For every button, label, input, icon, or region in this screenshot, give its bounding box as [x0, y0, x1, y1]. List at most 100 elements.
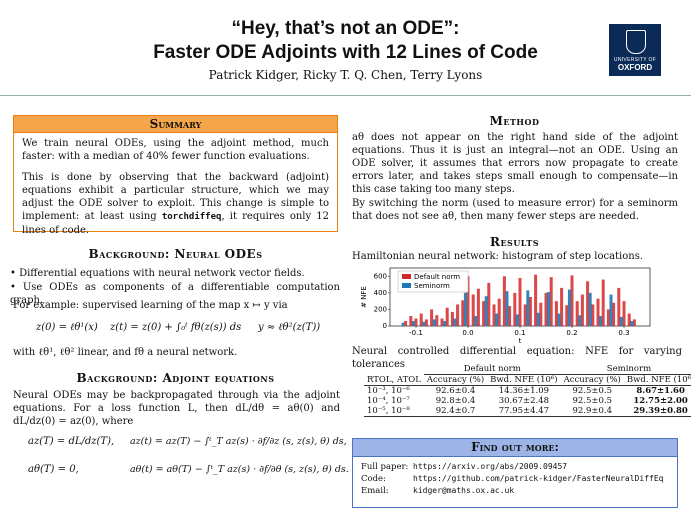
bar-default-norm — [565, 305, 569, 326]
bar-default-norm — [627, 313, 631, 326]
bar-seminorm — [526, 290, 530, 326]
bar-seminorm — [599, 316, 603, 326]
bar-seminorm — [432, 319, 436, 326]
results-table-wrapper: Default norm Seminorm RTOL, ATOL Accurac… — [364, 364, 691, 417]
bar-seminorm — [474, 316, 478, 326]
group-seminorm: Seminorm — [560, 364, 691, 375]
method-p1: aθ does not appear on the right hand sid… — [352, 132, 678, 195]
link-row-paper: Full paper: https://arxiv.org/abs/2009.09… — [361, 461, 669, 473]
bar-default-norm — [617, 287, 621, 326]
example-text: For example: supervised learning of the … — [13, 300, 288, 311]
legend-label: Seminorm — [414, 282, 450, 290]
link-row-email: Email: kidger@maths.ox.ac.uk — [361, 485, 669, 497]
table-row: 10⁻⁵, 10⁻⁸ 92.4±0.7 77.95±4.47 92.9±0.4 … — [364, 406, 691, 417]
bullet-1: • Differential equations with neural net… — [10, 268, 305, 279]
method-p2: By switching the norm (used to measure e… — [352, 198, 678, 222]
bar-default-norm — [539, 302, 543, 326]
link-label: Email: — [361, 486, 389, 496]
link-row-code: Code: https://github.com/patrick-kidger/F… — [361, 473, 669, 485]
bar-default-norm — [456, 304, 460, 326]
bar-default-norm — [575, 301, 579, 326]
bar-default-norm — [508, 306, 512, 326]
bar-default-norm — [492, 304, 496, 326]
bar-default-norm — [632, 319, 636, 326]
adjoint-p1: Neural ODEs may be backpropagated throug… — [13, 390, 340, 427]
bar-default-norm — [622, 301, 626, 326]
bar-default-norm — [534, 274, 538, 326]
bar-default-norm — [586, 281, 590, 326]
bar-seminorm — [463, 292, 467, 326]
group-default-norm: Default norm — [423, 364, 561, 375]
summary-heading: Summary — [14, 116, 337, 133]
table-cell: 30.67±2.48 — [498, 396, 550, 406]
y-axis-label: # NFE — [360, 286, 368, 308]
x-tick-label: 0.0 — [462, 329, 473, 337]
y-tick-label: 200 — [374, 305, 387, 313]
hnn-caption: Hamiltonian neural network: histogram of… — [352, 251, 644, 262]
bar-default-norm — [404, 321, 408, 326]
table-header: Bwd. NFE (10⁶) — [490, 375, 558, 385]
equation-2: z(t) = z(0) + ∫₀ᵗ fθ(z(s)) ds — [110, 322, 242, 333]
x-axis-label: t — [519, 337, 522, 344]
poster-title-line2: Faster ODE Adjoints with 12 Lines of Cod… — [153, 42, 538, 63]
step-histogram-chart: -0.1 0.0 0.1 0.2 0.3 0 200 400 600 t # NFE Default … — [360, 267, 651, 344]
bar-seminorm — [619, 316, 623, 326]
table-row: 10⁻³, 10⁻⁶ 92.6±0.4 14.36±1.09 92.5±0.5 … — [364, 386, 691, 396]
bar-default-norm — [450, 311, 454, 326]
bar-default-norm — [523, 304, 527, 326]
bar-seminorm — [536, 312, 540, 326]
bar-default-norm — [482, 301, 486, 326]
code-link[interactable]: https://github.com/patrick-kidger/Faster… — [413, 474, 663, 483]
bar-default-norm — [591, 304, 595, 326]
table-cell: 77.95±4.47 — [498, 406, 550, 416]
table-group-row: Default norm Seminorm — [364, 364, 691, 375]
bar-default-norm — [554, 301, 558, 326]
bar-seminorm — [630, 321, 634, 326]
bar-default-norm — [424, 319, 428, 326]
bullet-1-text: Differential equations with neural netwo… — [19, 268, 305, 279]
bar-default-norm — [549, 277, 553, 326]
adjoint-eq-ath-T: aθ(T) = 0, — [28, 464, 79, 475]
method-heading: Method — [489, 114, 540, 128]
y-tick-label: 600 — [374, 272, 387, 280]
table-header: Accuracy (%) — [563, 375, 621, 385]
bar-default-norm — [414, 318, 418, 326]
table-cell: 10⁻⁵, 10⁻⁸ — [367, 406, 410, 416]
header-divider — [0, 95, 691, 96]
bar-seminorm — [515, 314, 519, 326]
bar-default-norm — [430, 309, 434, 326]
bar-seminorm — [484, 296, 488, 326]
bar-default-norm — [612, 302, 616, 326]
x-tick-label: 0.3 — [618, 329, 629, 337]
bar-default-norm — [471, 294, 475, 326]
table-cell: 92.6±0.4 — [435, 386, 476, 396]
bar-default-norm — [596, 298, 600, 326]
table-cell: 92.5±0.5 — [572, 396, 613, 406]
bar-seminorm — [453, 318, 457, 326]
paper-link[interactable]: https://arxiv.org/abs/2009.09457 — [413, 462, 567, 471]
legend-swatch — [402, 283, 411, 288]
bar-seminorm — [588, 292, 592, 326]
x-tick-label: 0.1 — [514, 329, 525, 337]
bar-default-norm — [502, 276, 506, 326]
table-header-row: RTOL, ATOL Accuracy (%) Bwd. NFE (10⁶) A… — [364, 375, 691, 386]
bar-seminorm — [547, 292, 551, 326]
x-tick-label: 0.2 — [566, 329, 577, 337]
results-table: Default norm Seminorm RTOL, ATOL Accurac… — [364, 364, 691, 417]
bar-seminorm — [609, 294, 613, 326]
table-cell: 92.8±0.4 — [435, 396, 476, 406]
bar-default-norm — [570, 275, 574, 326]
table-header: RTOL, ATOL — [367, 374, 421, 385]
x-tick-label: -0.1 — [409, 329, 423, 337]
bar-seminorm — [443, 321, 447, 326]
email-link[interactable]: kidger@maths.ox.ac.uk — [413, 486, 514, 495]
table-cell: 92.9±0.4 — [572, 406, 613, 416]
bar-default-norm — [487, 282, 491, 326]
bar-default-norm — [580, 294, 584, 326]
equation-1: z(0) = ℓθ¹(x) — [36, 322, 98, 333]
y-tick-label: 0 — [383, 322, 387, 330]
background-odes-heading: Background: Neural ODEs — [88, 247, 263, 261]
table-row: 10⁻⁴, 10⁻⁷ 92.8±0.4 30.67±2.48 92.5±0.5 … — [364, 396, 691, 406]
bar-default-norm — [544, 292, 548, 326]
bar-seminorm — [401, 322, 405, 326]
